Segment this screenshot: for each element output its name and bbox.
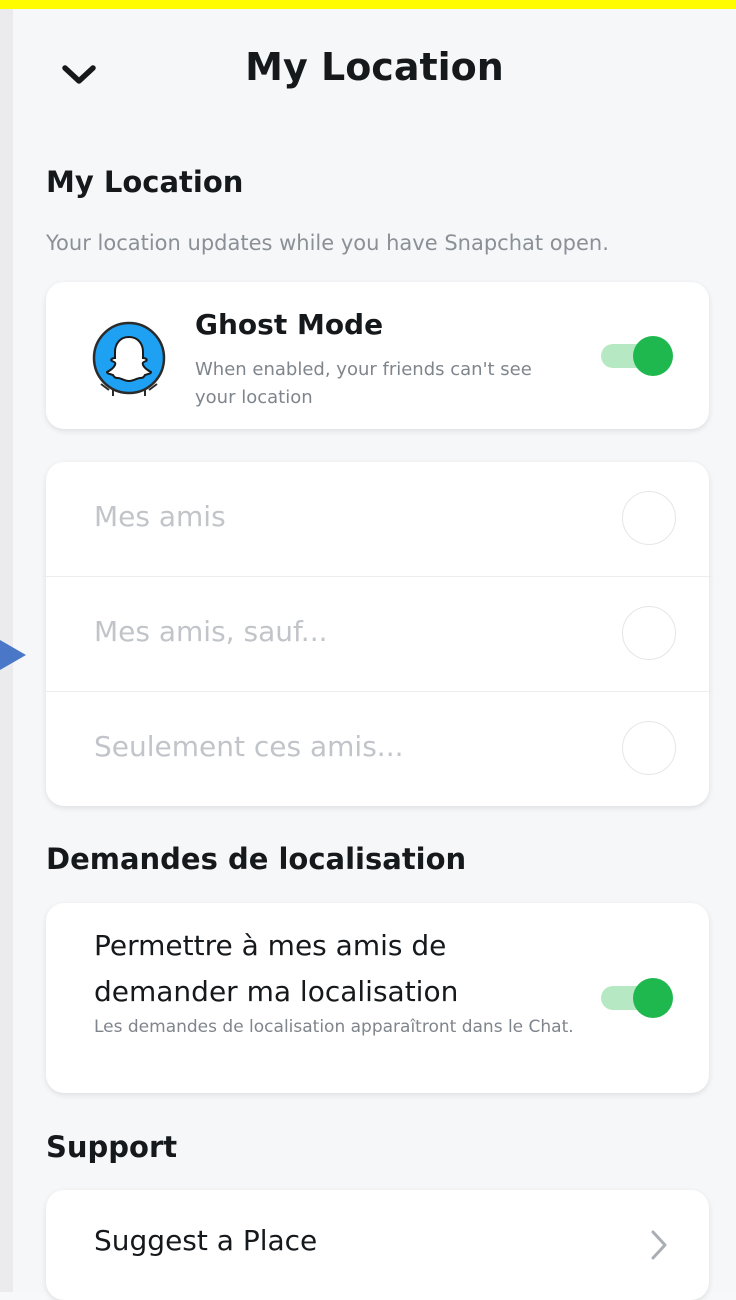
share-option-label: Mes amis, sauf...: [94, 615, 328, 648]
ghost-mode-description: When enabled, your friends can't see you…: [195, 359, 532, 408]
radio-button[interactable]: [622, 606, 676, 660]
location-requests-card: Permettre à mes amis de demander ma loca…: [46, 903, 709, 1093]
location-requests-toggle[interactable]: [601, 978, 673, 1018]
toggle-knob: [633, 978, 673, 1018]
share-option-mes-amis-sauf[interactable]: Mes amis, sauf...: [46, 577, 709, 692]
ghost-mode-toggle[interactable]: [601, 336, 673, 376]
share-option-mes-amis[interactable]: Mes amis: [46, 462, 709, 577]
location-requests-title: Permettre à mes amis de demander ma loca…: [94, 929, 459, 1008]
top-yellow-bar: [0, 0, 736, 9]
chevron-right-icon: [651, 1230, 667, 1260]
suggest-a-place-label: Suggest a Place: [94, 1224, 318, 1257]
ghost-mode-title: Ghost Mode: [195, 308, 384, 341]
section-title-support: Support: [46, 1130, 178, 1164]
share-option-label: Mes amis: [94, 500, 226, 533]
radio-button[interactable]: [622, 491, 676, 545]
toggle-knob: [633, 336, 673, 376]
share-options-card: Mes amis Mes amis, sauf... Seulement ces…: [42, 462, 713, 807]
my-location-screen: My Location My Location Your location up…: [13, 9, 736, 1300]
radio-button[interactable]: [622, 721, 676, 775]
page-title: My Location: [245, 45, 504, 89]
share-option-seulement-ces-amis[interactable]: Seulement ces amis...: [46, 692, 709, 807]
share-option-label: Seulement ces amis...: [94, 730, 404, 763]
location-requests-description: Les demandes de localisation apparaîtron…: [94, 1017, 574, 1037]
section-title-location-requests: Demandes de localisation: [46, 842, 467, 876]
ghost-avatar-icon: [91, 320, 167, 396]
section-title-my-location: My Location: [46, 165, 244, 199]
suggest-a-place-button[interactable]: Suggest a Place: [46, 1190, 709, 1300]
ghost-mode-card: Ghost Mode When enabled, your friends ca…: [46, 282, 709, 429]
section-description: Your location updates while you have Sna…: [46, 231, 609, 255]
annotation-arrow-icon: [0, 640, 26, 670]
